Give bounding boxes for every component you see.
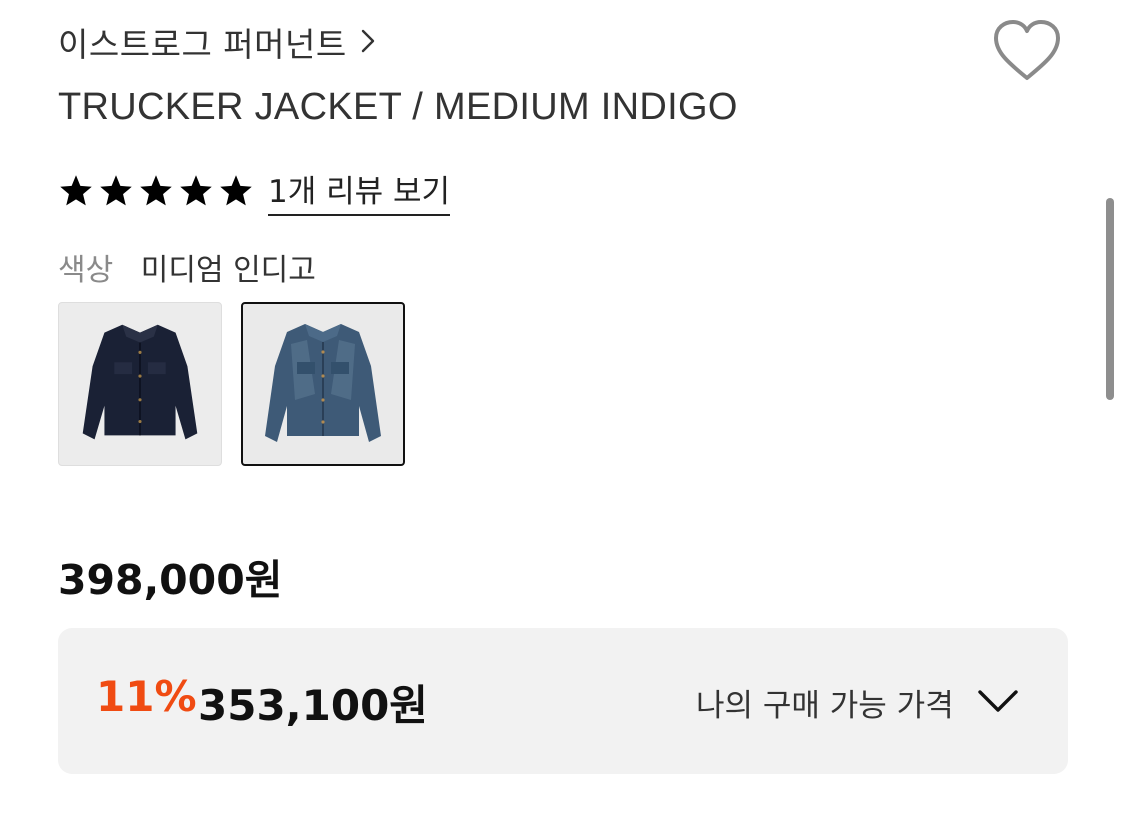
brand-name: 이스트로그 퍼머넌트 xyxy=(58,25,347,64)
brand-link[interactable]: 이스트로그 퍼머넌트 xyxy=(58,18,375,66)
color-value: 미디엄 인디고 xyxy=(140,253,316,288)
rating-row: 1개 리뷰 보기 xyxy=(58,166,451,216)
star-icon xyxy=(140,175,172,206)
product-title: TRUCKER JACKET / MEDIUM INDIGO xyxy=(58,86,738,128)
my-price-label: 나의 구매 가능 가격 xyxy=(696,688,954,724)
my-price-dropdown[interactable]: 11% 353,100원 나의 구매 가능 가격 xyxy=(58,628,1068,774)
discount-rate: 11% xyxy=(96,672,197,721)
heart-outline-icon xyxy=(994,20,1060,80)
jacket-medium-image xyxy=(265,324,381,442)
jacket-dark-image xyxy=(82,324,198,440)
wishlist-button[interactable] xyxy=(990,18,1064,84)
star-icon xyxy=(60,175,92,206)
star-rating xyxy=(58,173,258,209)
color-info: 색상 미디엄 인디고 xyxy=(58,245,316,289)
star-icon xyxy=(180,175,212,206)
star-icon xyxy=(100,175,132,206)
sale-price: 353,100원 xyxy=(198,681,428,730)
color-label: 색상 xyxy=(58,253,114,288)
scrollbar[interactable] xyxy=(1106,198,1114,400)
color-swatch-dark-indigo[interactable] xyxy=(58,302,222,466)
star-icon xyxy=(220,175,252,206)
chevron-right-icon xyxy=(361,29,375,57)
original-price: 398,000원 xyxy=(58,556,283,604)
review-link[interactable]: 1개 리뷰 보기 xyxy=(268,166,451,216)
chevron-down-icon xyxy=(978,690,1018,712)
color-swatch-medium-indigo[interactable] xyxy=(241,302,405,466)
